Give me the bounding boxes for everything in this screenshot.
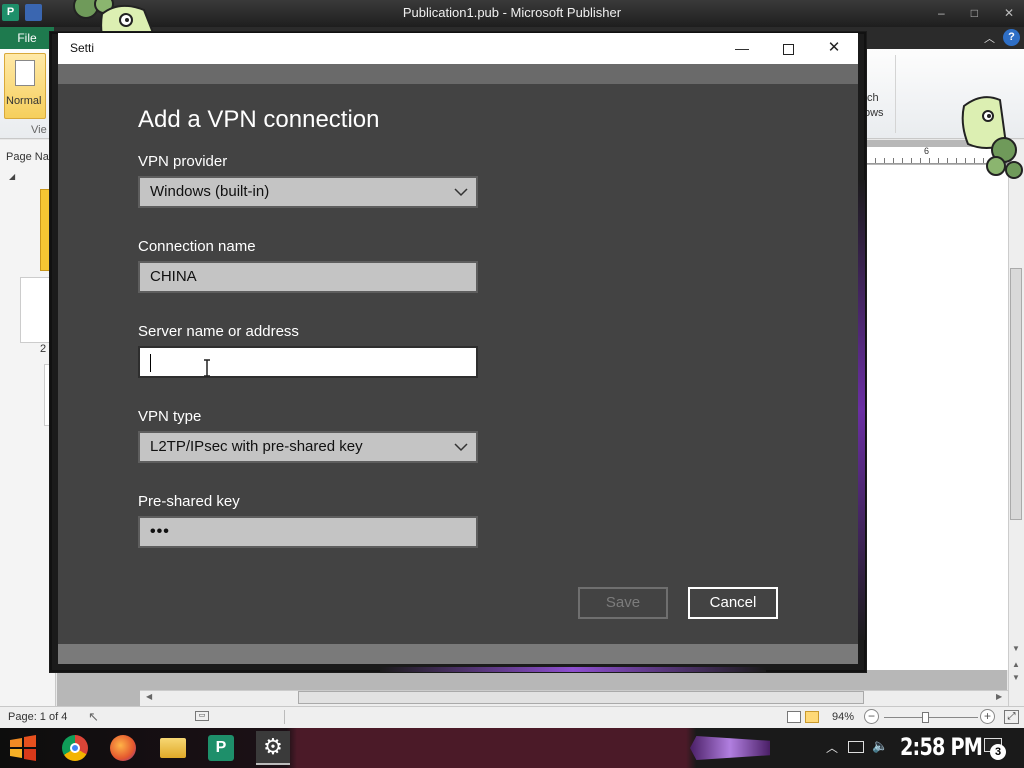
page-icon [15,60,35,86]
server-address-input[interactable] [138,346,478,378]
page-thumbnail-number: 2 [40,343,47,355]
vpn-provider-value: Windows (built-in) [150,183,270,200]
switch-windows-button[interactable]: tch ows [864,91,884,121]
maximize-button[interactable] [765,33,811,64]
volume-icon[interactable]: 🔈 [872,738,888,754]
help-icon[interactable]: ? [1003,29,1020,46]
scroll-left-icon[interactable]: ◀ [146,692,152,701]
zoom-level[interactable]: 94% [832,711,854,723]
purple-glow-decoration [858,180,865,640]
maximize-icon[interactable]: □ [971,6,978,20]
scroll-down-icon[interactable]: ▼ [1011,644,1021,653]
status-divider [284,710,285,724]
add-vpn-connection-panel: Add a VPN connection VPN provider Window… [58,84,858,644]
notification-count-badge: 3 [990,744,1006,760]
collapse-triangle-icon[interactable]: ◢ [9,172,15,181]
zoom-out-icon[interactable]: − [864,709,879,724]
file-explorer-icon[interactable] [160,738,186,758]
vpn-provider-label: VPN provider [138,153,228,170]
normal-view-label: Normal [6,95,42,107]
two-page-view-icon[interactable] [805,711,819,723]
ruler-number: 6 [924,146,930,156]
chrome-icon-center [70,743,80,753]
object-size-icon: ▭ [195,711,209,721]
maximize-icon [782,43,794,55]
help-area: ︿ ? [984,29,1020,46]
chevron-down-icon [454,188,468,197]
taskbar-decoration [690,736,770,760]
connection-name-input[interactable]: CHINA [138,261,478,293]
pre-shared-key-value: ••• [150,523,170,540]
switch-windows-label-2: ows [864,107,884,119]
taskbar: P ⚙ ︿ 🔈 2:58 PM 3 [0,728,1024,768]
page-down-icon[interactable]: ▼ [1011,673,1021,682]
settings-icon[interactable]: ⚙ [256,731,290,765]
page-up-icon[interactable]: ▲ [1011,660,1021,669]
fit-page-icon[interactable]: ⤢ [1004,710,1019,724]
vpn-type-value: L2TP/IPsec with pre-shared key [150,438,363,455]
horizontal-scroll-thumb[interactable] [298,691,864,704]
vertical-scroll-thumb[interactable] [1010,268,1022,520]
close-icon[interactable]: ✕ [1004,6,1014,20]
publisher-icon[interactable]: P [208,735,234,761]
page-navigation-pane: Page Nav ◢ 2 [0,140,56,706]
connection-name-label: Connection name [138,238,256,255]
text-caret [150,354,151,372]
view-group-label: Vie [31,124,47,136]
mascot-character-right [961,96,1023,179]
ibeam-cursor-icon [204,359,210,377]
cancel-button[interactable]: Cancel [688,587,778,619]
page-thumbnail-2[interactable] [20,277,52,343]
view-switcher [787,711,819,723]
normal-view-button[interactable]: Normal [4,53,46,119]
vpn-type-dropdown[interactable]: L2TP/IPsec with pre-shared key [138,431,478,463]
start-button-icon[interactable] [8,734,38,762]
ribbon-collapse-icon[interactable]: ︿ [984,30,995,46]
network-icon[interactable] [848,741,864,753]
zoom-slider[interactable] [884,717,978,718]
firefox-icon[interactable] [110,735,136,761]
page-navigation-title: Page Nav [6,151,55,163]
purple-glow-decoration-bottom [380,667,766,672]
vpn-provider-dropdown[interactable]: Windows (built-in) [138,176,478,208]
pre-shared-key-label: Pre-shared key [138,493,240,510]
settings-window-title: Setti [70,41,95,55]
show-hidden-icons-icon[interactable]: ︿ [826,739,838,756]
settings-footer-strip [58,644,858,664]
scroll-right-icon[interactable]: ▶ [996,692,1002,701]
close-button[interactable]: ✕ [811,33,857,64]
publication-page[interactable] [866,165,1008,670]
page-title: Add a VPN connection [138,106,380,133]
zoom-in-icon[interactable]: + [980,709,995,724]
vpn-type-label: VPN type [138,408,202,425]
minimize-button[interactable]: — [719,33,765,64]
status-bar: Page: 1 of 4 ↖ ▭ 94% − + ⤢ [0,706,1024,728]
settings-titlebar[interactable]: Setti — ✕ [58,33,858,64]
ribbon-divider [895,55,896,133]
minimize-icon[interactable]: – [938,6,945,20]
chevron-down-icon [454,443,468,452]
page-count-status[interactable]: Page: 1 of 4 [8,711,67,723]
cursor-position-icon: ↖ [88,709,99,724]
save-button[interactable]: Save [578,587,668,619]
zoom-slider-thumb[interactable] [922,712,929,723]
settings-header-strip [58,64,858,84]
switch-windows-label-1: tch [864,92,879,104]
server-address-label: Server name or address [138,323,299,340]
publisher-window-controls: – □ ✕ [938,6,1014,20]
pre-shared-key-input[interactable]: ••• [138,516,478,548]
single-page-view-icon[interactable] [787,711,801,723]
file-tab[interactable]: File [0,27,54,49]
connection-name-value: CHINA [150,268,197,285]
taskbar-clock[interactable]: 2:58 PM [900,733,983,761]
